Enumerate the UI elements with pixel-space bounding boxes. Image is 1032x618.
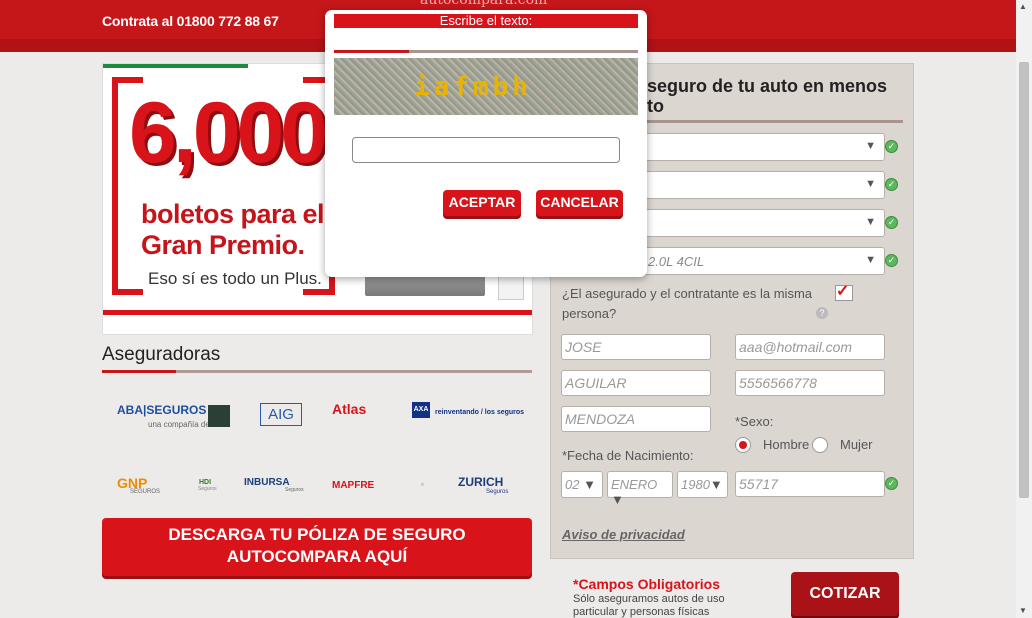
chevron-down-icon: ▼ bbox=[865, 254, 876, 266]
check-ok-icon: ✓ bbox=[885, 254, 898, 267]
captcha-dialog: Escribe el texto: iafmbh ACEPTAR CANCELA… bbox=[325, 10, 647, 277]
sex-label: *Sexo: bbox=[735, 414, 774, 429]
check-ok-icon: ✓ bbox=[885, 178, 898, 191]
scroll-up-arrow-icon[interactable]: ▲ bbox=[1019, 2, 1027, 11]
cotizar-button[interactable]: COTIZAR bbox=[791, 572, 899, 616]
logo-inbursa-sub: Seguros bbox=[285, 487, 304, 493]
logo-hdi: HDI bbox=[199, 479, 212, 486]
check-ok-icon: ✓ bbox=[885, 216, 898, 229]
frame-gap-bottom bbox=[143, 289, 303, 297]
logo-atlas: Atlas bbox=[332, 401, 367, 417]
radio-hombre[interactable] bbox=[735, 437, 751, 453]
birth-month-value: ENERO bbox=[611, 477, 658, 492]
logo-zurich-sub: Seguros bbox=[486, 489, 509, 495]
check-ok-icon: ✓ bbox=[885, 477, 898, 490]
phone-input[interactable]: 5556566778 bbox=[735, 370, 885, 396]
logo-inbursa: INBURSA bbox=[244, 477, 290, 488]
birth-day-value: 02 bbox=[565, 477, 580, 492]
logo-gnp-sub: SEGUROS bbox=[130, 489, 161, 495]
download-line1: DESCARGA TU PÓLIZA DE SEGURO bbox=[168, 525, 466, 544]
logo-aba-emblem-icon bbox=[208, 405, 230, 427]
racing-badge-icon bbox=[498, 276, 524, 300]
same-person-checkbox[interactable]: ✓ bbox=[835, 284, 853, 301]
chevron-down-icon: ▼ bbox=[709, 477, 723, 492]
captcha-text: iafmbh bbox=[414, 72, 532, 102]
download-policy-button[interactable]: DESCARGA TU PÓLIZA DE SEGURO AUTOCOMPARA… bbox=[102, 518, 532, 576]
download-line2: AUTOCOMPARA AQUÍ bbox=[226, 547, 408, 566]
radio-mujer-label: Mujer bbox=[840, 437, 873, 452]
email-input[interactable]: aaa@hotmail.com bbox=[735, 334, 885, 360]
birth-day-select[interactable]: 02 ▼ bbox=[561, 471, 603, 498]
logo-hdi-sub: Seguros bbox=[198, 486, 217, 492]
cancel-button[interactable]: CANCELAR bbox=[536, 190, 623, 216]
birth-date-label: *Fecha de Nacimiento: bbox=[562, 448, 694, 463]
banner-number: 6,000 bbox=[129, 85, 328, 181]
zip-input[interactable]: 55717 bbox=[735, 471, 885, 497]
dialog-rule bbox=[334, 50, 638, 53]
chevron-down-icon: ▼ bbox=[865, 216, 876, 228]
chevron-down-icon: ▼ bbox=[611, 492, 624, 507]
page-scrollbar[interactable]: ▲ ▼ bbox=[1016, 0, 1032, 618]
phone-contact[interactable]: Contrata al 01800 772 88 67 bbox=[102, 13, 279, 29]
second-last-name-input[interactable]: MENDOZA bbox=[561, 406, 711, 432]
banner-line1: boletos para el bbox=[141, 199, 325, 229]
help-icon[interactable]: ? bbox=[816, 307, 828, 319]
version-value: 2.0L 4CIL bbox=[648, 254, 705, 269]
logo-small-icon: ▫ bbox=[421, 480, 424, 489]
frame-gap-top bbox=[143, 77, 303, 83]
form-heading: seguro de tu auto en menos to bbox=[647, 76, 888, 116]
dialog-title: Escribe el texto: bbox=[334, 14, 638, 28]
brand-text[interactable]: autocompara.com bbox=[420, 0, 547, 8]
same-person-question: ¿El asegurado y el contratante es la mis… bbox=[562, 286, 813, 321]
logo-aig: AIG bbox=[260, 403, 302, 426]
captcha-image: iafmbh bbox=[334, 58, 638, 115]
logo-aba: ABA|SEGUROS bbox=[117, 403, 207, 417]
banner-line3: Eso sí es todo un Plus. bbox=[148, 269, 322, 288]
accept-button[interactable]: ACEPTAR bbox=[443, 190, 521, 216]
privacy-link[interactable]: Aviso de privacidad bbox=[562, 527, 685, 542]
logo-aba-sub: una compañía de bbox=[148, 420, 210, 429]
chevron-down-icon: ▼ bbox=[865, 140, 876, 152]
scrollbar-thumb[interactable] bbox=[1019, 62, 1029, 498]
required-fields-note: *Campos Obligatorios bbox=[573, 576, 721, 592]
check-ok-icon: ✓ bbox=[885, 140, 898, 153]
banner-line2: Gran Premio. bbox=[141, 230, 305, 260]
radio-hombre-label: Hombre bbox=[763, 437, 810, 452]
scroll-down-arrow-icon[interactable]: ▼ bbox=[1019, 606, 1027, 615]
captcha-input[interactable] bbox=[352, 137, 620, 163]
birth-month-select[interactable]: ENERO ▼ bbox=[607, 471, 673, 507]
insurers-title: Aseguradoras bbox=[102, 344, 221, 365]
logo-axa-tagline: reinventando / los seguros bbox=[435, 409, 525, 416]
logo-zurich: ZURICH bbox=[458, 475, 504, 489]
insurers-rule bbox=[102, 370, 532, 373]
chevron-down-icon: ▼ bbox=[865, 178, 876, 190]
last-name-input[interactable]: AGUILAR bbox=[561, 370, 711, 396]
birth-year-value: 1980 bbox=[681, 477, 710, 492]
banner-red-stripe bbox=[103, 310, 532, 315]
birth-year-select[interactable]: 1980▼ bbox=[677, 471, 728, 498]
usage-note: Sólo aseguramos autos de uso particular … bbox=[573, 593, 725, 618]
logo-axa: AXA bbox=[412, 402, 430, 418]
logo-mapfre: MAPFRE bbox=[332, 480, 375, 491]
chevron-down-icon: ▼ bbox=[583, 477, 596, 492]
first-name-input[interactable]: JOSE bbox=[561, 334, 711, 360]
flag-stripe bbox=[103, 64, 248, 68]
radio-mujer[interactable] bbox=[812, 437, 828, 453]
